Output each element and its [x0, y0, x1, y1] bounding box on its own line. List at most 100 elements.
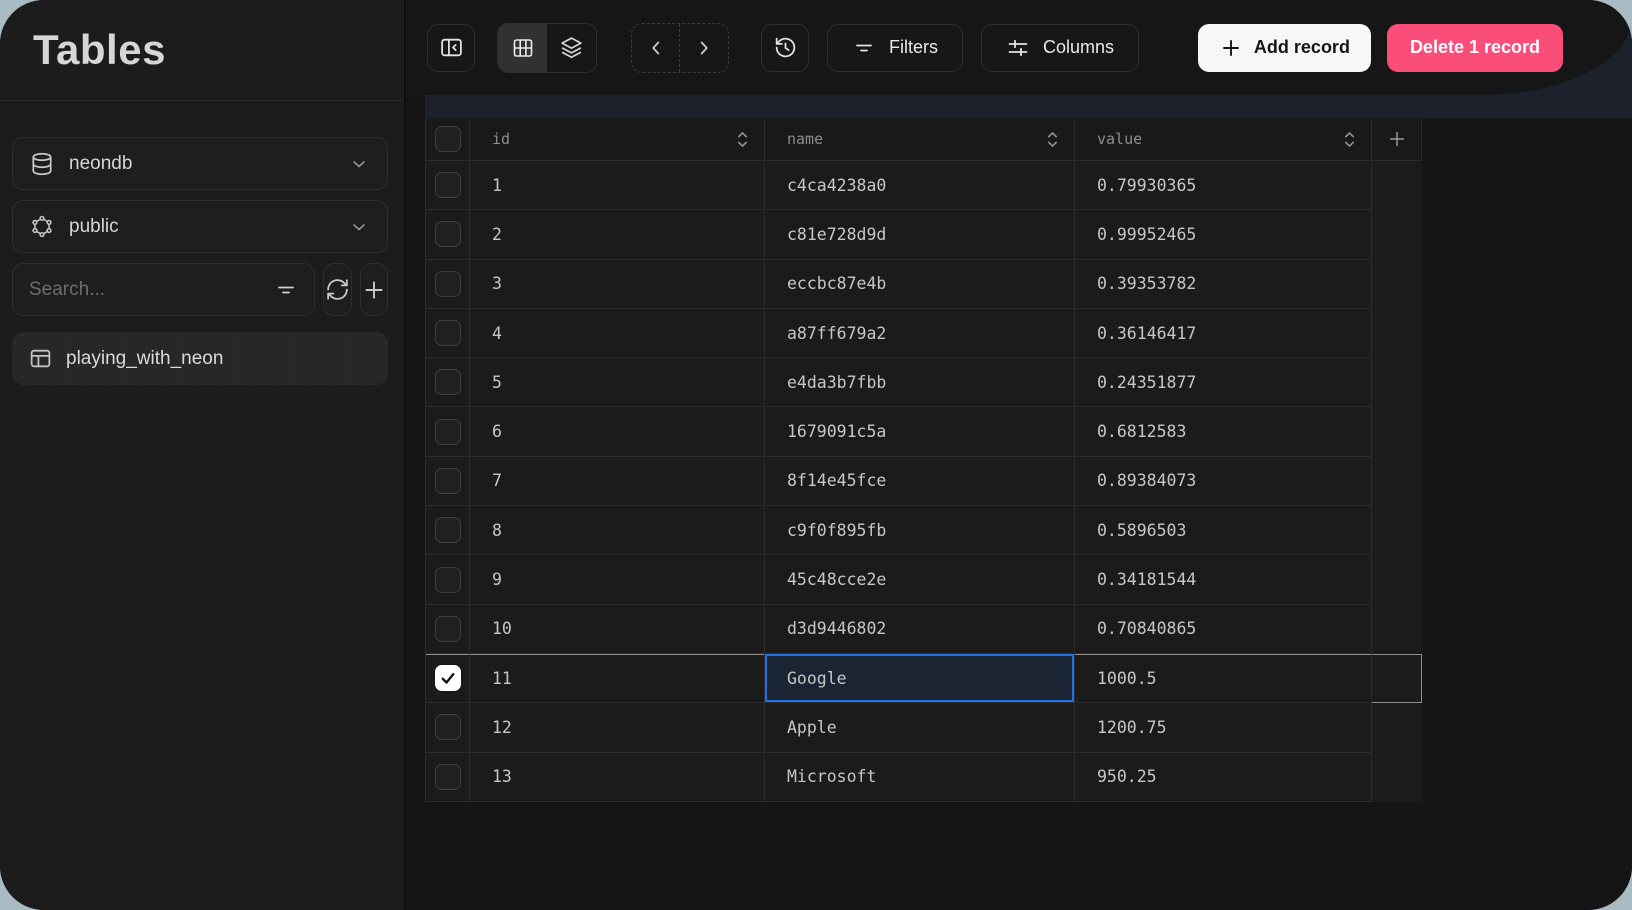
table-row[interactable]: 3 eccbc87e4b 0.39353782 — [425, 260, 1422, 309]
row-checkbox-cell[interactable] — [425, 161, 470, 210]
row-checkbox-cell[interactable] — [425, 210, 470, 259]
next-page-button[interactable] — [680, 24, 728, 72]
cell-value[interactable]: 0.6812583 — [1075, 407, 1372, 456]
header-value[interactable]: value — [1075, 118, 1372, 161]
cell-name[interactable]: eccbc87e4b — [765, 260, 1075, 309]
row-checkbox-cell[interactable] — [425, 703, 470, 752]
row-checkbox-cell[interactable] — [425, 555, 470, 604]
table-row[interactable]: 7 8f14e45fce 0.89384073 — [425, 457, 1422, 506]
schema-select[interactable]: public — [12, 200, 388, 253]
cell-id[interactable]: 8 — [470, 506, 765, 555]
cell-id[interactable]: 11 — [470, 654, 765, 703]
cell-id[interactable]: 10 — [470, 605, 765, 654]
cell-value[interactable]: 0.79930365 — [1075, 161, 1372, 210]
row-checkbox[interactable] — [435, 419, 461, 445]
row-checkbox[interactable] — [435, 271, 461, 297]
sidebar-item-playing-with-neon[interactable]: playing_with_neon — [12, 332, 388, 385]
cell-name[interactable]: Google — [765, 654, 1075, 703]
table-row[interactable]: 9 45c48cce2e 0.34181544 — [425, 555, 1422, 604]
cell-id[interactable]: 7 — [470, 457, 765, 506]
cell-name[interactable]: 1679091c5a — [765, 407, 1075, 456]
select-all-checkbox[interactable] — [435, 126, 461, 152]
cell-value[interactable]: 0.24351877 — [1075, 358, 1372, 407]
row-checkbox[interactable] — [435, 221, 461, 247]
row-checkbox[interactable] — [435, 320, 461, 346]
refresh-button[interactable] — [323, 263, 352, 316]
cell-name[interactable]: Apple — [765, 703, 1075, 752]
row-checkbox-cell[interactable] — [425, 654, 470, 703]
search-box[interactable] — [12, 263, 315, 316]
row-checkbox[interactable] — [435, 665, 461, 691]
cell-name[interactable]: c9f0f895fb — [765, 506, 1075, 555]
table-row[interactable]: 12 Apple 1200.75 — [425, 703, 1422, 752]
header-select-all-cell[interactable] — [425, 118, 470, 161]
row-checkbox-cell[interactable] — [425, 605, 470, 654]
row-checkbox[interactable] — [435, 764, 461, 790]
table-row[interactable]: 11 Google 1000.5 — [425, 654, 1422, 703]
cell-id[interactable]: 13 — [470, 753, 765, 802]
row-checkbox[interactable] — [435, 616, 461, 642]
header-name[interactable]: name — [765, 118, 1075, 161]
cell-id[interactable]: 3 — [470, 260, 765, 309]
row-checkbox-cell[interactable] — [425, 407, 470, 456]
filters-button[interactable]: Filters — [827, 24, 963, 72]
cell-value[interactable]: 0.34181544 — [1075, 555, 1372, 604]
cell-value[interactable]: 0.39353782 — [1075, 260, 1372, 309]
cell-id[interactable]: 9 — [470, 555, 765, 604]
row-checkbox[interactable] — [435, 468, 461, 494]
table-row[interactable]: 1 c4ca4238a0 0.79930365 — [425, 161, 1422, 210]
header-id[interactable]: id — [470, 118, 765, 161]
cell-id[interactable]: 6 — [470, 407, 765, 456]
cell-name[interactable]: 45c48cce2e — [765, 555, 1075, 604]
add-record-button[interactable]: Add record — [1198, 24, 1371, 72]
table-row[interactable]: 10 d3d9446802 0.70840865 — [425, 605, 1422, 654]
row-checkbox[interactable] — [435, 714, 461, 740]
cell-value[interactable]: 1000.5 — [1075, 654, 1372, 703]
cell-name[interactable]: Microsoft — [765, 753, 1075, 802]
toggle-sidebar-button[interactable] — [427, 24, 475, 72]
cell-value[interactable]: 0.70840865 — [1075, 605, 1372, 654]
row-checkbox-cell[interactable] — [425, 309, 470, 358]
cell-name[interactable]: e4da3b7fbb — [765, 358, 1075, 407]
cell-value[interactable]: 1200.75 — [1075, 703, 1372, 752]
row-checkbox[interactable] — [435, 369, 461, 395]
table-row[interactable]: 8 c9f0f895fb 0.5896503 — [425, 506, 1422, 555]
row-checkbox-cell[interactable] — [425, 506, 470, 555]
cell-id[interactable]: 5 — [470, 358, 765, 407]
cell-value[interactable]: 0.89384073 — [1075, 457, 1372, 506]
cell-id[interactable]: 1 — [470, 161, 765, 210]
cell-value[interactable]: 0.5896503 — [1075, 506, 1372, 555]
cell-id[interactable]: 4 — [470, 309, 765, 358]
cell-value[interactable]: 0.36146417 — [1075, 309, 1372, 358]
table-row[interactable]: 5 e4da3b7fbb 0.24351877 — [425, 358, 1422, 407]
row-checkbox-cell[interactable] — [425, 358, 470, 407]
cell-value[interactable]: 0.99952465 — [1075, 210, 1372, 259]
add-column-button[interactable] — [1372, 118, 1422, 161]
row-checkbox[interactable] — [435, 517, 461, 543]
grid-view-button[interactable] — [498, 24, 547, 72]
table-row[interactable]: 2 c81e728d9d 0.99952465 — [425, 210, 1422, 259]
cell-name[interactable]: a87ff679a2 — [765, 309, 1075, 358]
delete-record-button[interactable]: Delete 1 record — [1387, 24, 1563, 72]
row-checkbox[interactable] — [435, 567, 461, 593]
layers-view-button[interactable] — [547, 24, 596, 72]
row-checkbox[interactable] — [435, 172, 461, 198]
row-checkbox-cell[interactable] — [425, 457, 470, 506]
history-button[interactable] — [761, 24, 809, 72]
search-input[interactable] — [29, 279, 274, 301]
cell-id[interactable]: 2 — [470, 210, 765, 259]
cell-name[interactable]: c81e728d9d — [765, 210, 1075, 259]
table-row[interactable]: 6 1679091c5a 0.6812583 — [425, 407, 1422, 456]
row-checkbox-cell[interactable] — [425, 753, 470, 802]
table-row[interactable]: 13 Microsoft 950.25 — [425, 753, 1422, 802]
row-checkbox-cell[interactable] — [425, 260, 470, 309]
cell-name[interactable]: d3d9446802 — [765, 605, 1075, 654]
cell-name[interactable]: 8f14e45fce — [765, 457, 1075, 506]
columns-button[interactable]: Columns — [981, 24, 1139, 72]
cell-value[interactable]: 950.25 — [1075, 753, 1372, 802]
table-row[interactable]: 4 a87ff679a2 0.36146417 — [425, 309, 1422, 358]
cell-id[interactable]: 12 — [470, 703, 765, 752]
add-table-button[interactable] — [360, 263, 389, 316]
cell-name[interactable]: c4ca4238a0 — [765, 161, 1075, 210]
prev-page-button[interactable] — [632, 24, 680, 72]
